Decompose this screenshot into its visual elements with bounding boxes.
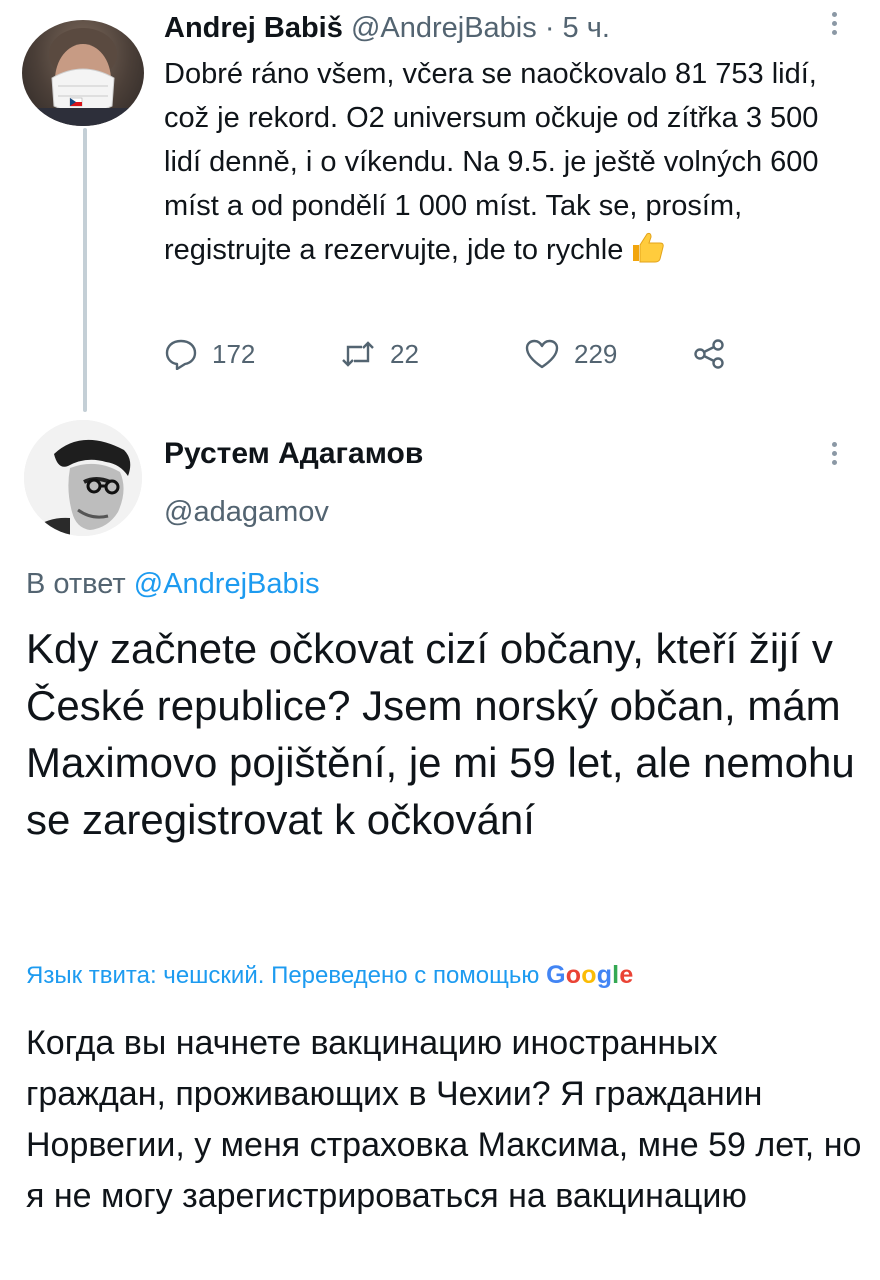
like-icon <box>525 339 559 369</box>
reply-to-prefix: В ответ <box>26 568 126 600</box>
parent-tweet-body: Dobré ráno všem, včera se naočkovalo 81 … <box>164 58 819 266</box>
parent-tweet-text: Dobré ráno všem, včera se naočkovalo 81 … <box>164 52 844 276</box>
share-button[interactable] <box>692 336 740 372</box>
retweet-button[interactable]: 22 <box>340 336 419 372</box>
reply-tweet-text: Kdy začnete očkovat cizí občany, kteří ž… <box>26 625 855 843</box>
parent-tweet-header: Andrej Babiš @AndrejBabis · 5 ч. <box>164 10 610 46</box>
thumbs-up-icon <box>629 231 665 276</box>
tweet-actions: 172 22 229 <box>164 336 764 376</box>
parent-timestamp[interactable]: 5 ч. <box>563 12 610 44</box>
thread-line <box>83 128 87 412</box>
reply-to-mention-link[interactable]: @AndrejBabis <box>134 568 320 600</box>
like-count: 229 <box>574 338 618 369</box>
translated-tweet-text: Когда вы начнете вакцинацию иностранных … <box>26 1024 862 1215</box>
retweet-icon <box>342 341 374 367</box>
avatar-andrej-babis[interactable] <box>22 20 144 126</box>
share-icon <box>694 339 724 369</box>
translation-note-text: Язык твита: чешский. Переведено с помощь… <box>26 962 540 989</box>
more-options-icon[interactable] <box>826 440 842 470</box>
parent-author-handle[interactable]: @AndrejBabis <box>351 12 537 44</box>
translation-note[interactable]: Язык твита: чешский. Переведено с помощь… <box>26 958 633 993</box>
google-logo: Google <box>546 961 634 989</box>
header-separator: · <box>544 12 555 44</box>
retweet-count: 22 <box>390 338 419 369</box>
reply-context: В ответ @AndrejBabis <box>26 566 320 602</box>
reply-button[interactable]: 172 <box>164 336 255 372</box>
reply-author-handle[interactable]: @adagamov <box>164 494 329 530</box>
reply-author-name[interactable]: Рустем Адагамов <box>164 436 423 472</box>
more-options-icon[interactable] <box>826 10 842 40</box>
avatar-rustem-adagamov[interactable] <box>24 420 142 536</box>
reply-icon <box>165 339 197 370</box>
reply-count: 172 <box>212 338 256 369</box>
parent-author-name[interactable]: Andrej Babiš <box>164 12 343 44</box>
like-button[interactable]: 229 <box>524 336 617 372</box>
